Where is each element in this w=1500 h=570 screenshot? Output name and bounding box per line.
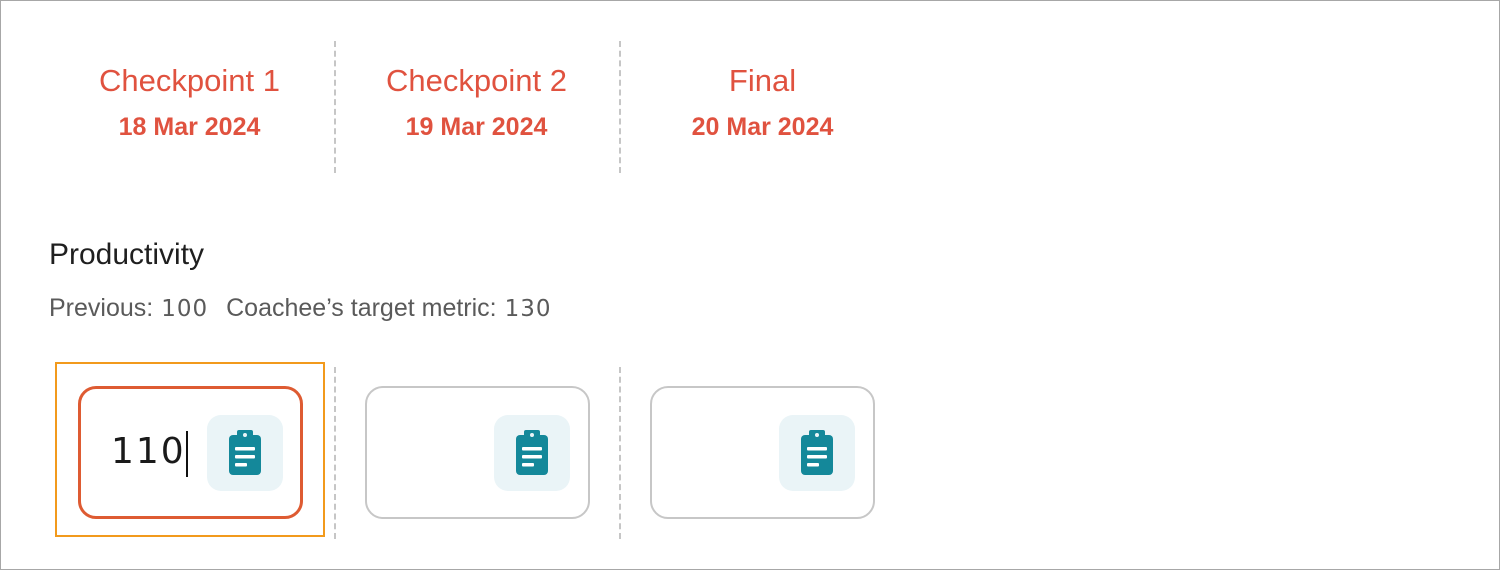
checkpoint-header-final: Final 20 Mar 2024	[620, 61, 905, 145]
checkpoint-name: Checkpoint 1	[99, 63, 280, 98]
input-value[interactable]: 110	[111, 432, 186, 472]
checkpoint-date: 19 Mar 2024	[405, 113, 548, 141]
checkpoint-header-2: Checkpoint 2 19 Mar 2024	[334, 61, 619, 145]
text-cursor	[186, 431, 188, 477]
add-note-button[interactable]	[779, 415, 855, 491]
clipboard-icon	[229, 430, 261, 475]
checkpoint-name: Checkpoint 2	[386, 63, 567, 98]
metric-input-checkpoint-1[interactable]: 110	[78, 386, 303, 519]
previous-value: 100	[161, 296, 209, 322]
metric-input-checkpoint-2[interactable]	[365, 386, 590, 519]
previous-label: Previous:	[49, 294, 154, 322]
checkpoint-date: 18 Mar 2024	[118, 113, 261, 141]
metric-info: Previous: 100 Coachee’s target metric: 130	[49, 291, 552, 326]
target-label: Coachee’s target metric:	[226, 294, 497, 322]
checkpoint-date: 20 Mar 2024	[691, 113, 834, 141]
add-note-button[interactable]	[207, 415, 283, 491]
metric-input-final[interactable]	[650, 386, 875, 519]
column-divider	[334, 367, 336, 539]
metric-title: Productivity	[49, 238, 205, 271]
clipboard-icon	[516, 430, 548, 475]
checkpoint-header-1: Checkpoint 1 18 Mar 2024	[47, 61, 332, 145]
target-value: 130	[504, 296, 552, 322]
metric-entry-panel: Checkpoint 1 18 Mar 2024 Checkpoint 2 19…	[0, 0, 1500, 570]
clipboard-icon	[801, 430, 833, 475]
checkpoint-name: Final	[728, 63, 797, 98]
add-note-button[interactable]	[494, 415, 570, 491]
column-divider	[619, 367, 621, 539]
